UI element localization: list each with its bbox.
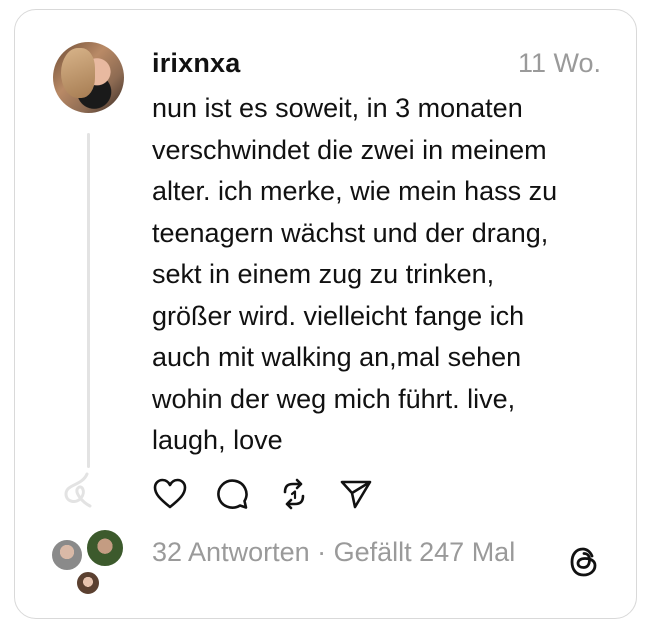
thread-line: [87, 133, 90, 468]
comment-icon[interactable]: [214, 476, 250, 512]
post-timestamp[interactable]: 11 Wo.: [518, 48, 601, 79]
post-username[interactable]: irixnxa: [152, 48, 240, 79]
avatar: [75, 570, 101, 596]
user-avatar[interactable]: [53, 42, 124, 113]
post-text-line: alter. ich merke, wie mein hass zu: [152, 176, 558, 206]
post-text-line: nun ist es soweit, in 3 monaten: [152, 93, 523, 123]
thread-loop-icon: [64, 472, 92, 508]
post-text-line: größer wird. vielleicht fange ich: [152, 300, 525, 331]
post-text-line: teenagern wächst und der drang,: [152, 217, 549, 248]
threads-logo-icon[interactable]: [566, 544, 602, 580]
post-text-line: verschwindet die zwei in meinem: [152, 134, 547, 165]
avatar: [85, 528, 125, 568]
post-text-line: auch mit walking an,mal sehen: [152, 342, 522, 372]
repost-icon[interactable]: [276, 476, 312, 512]
post-text-line: wohin der weg mich führt. live,: [152, 383, 516, 414]
avatar: [50, 538, 84, 572]
post-stats[interactable]: 32 Antworten · Gefällt 247 Mal: [152, 537, 515, 568]
post-text-line: sekt in einem zug zu trinken,: [152, 259, 495, 289]
heart-icon[interactable]: [152, 476, 188, 512]
post-text-line: laugh, love: [152, 425, 283, 455]
send-icon[interactable]: [338, 476, 374, 512]
replier-avatars[interactable]: [48, 528, 128, 598]
post-text: nun ist es soweit, in 3 monaten verschwi…: [152, 88, 614, 462]
